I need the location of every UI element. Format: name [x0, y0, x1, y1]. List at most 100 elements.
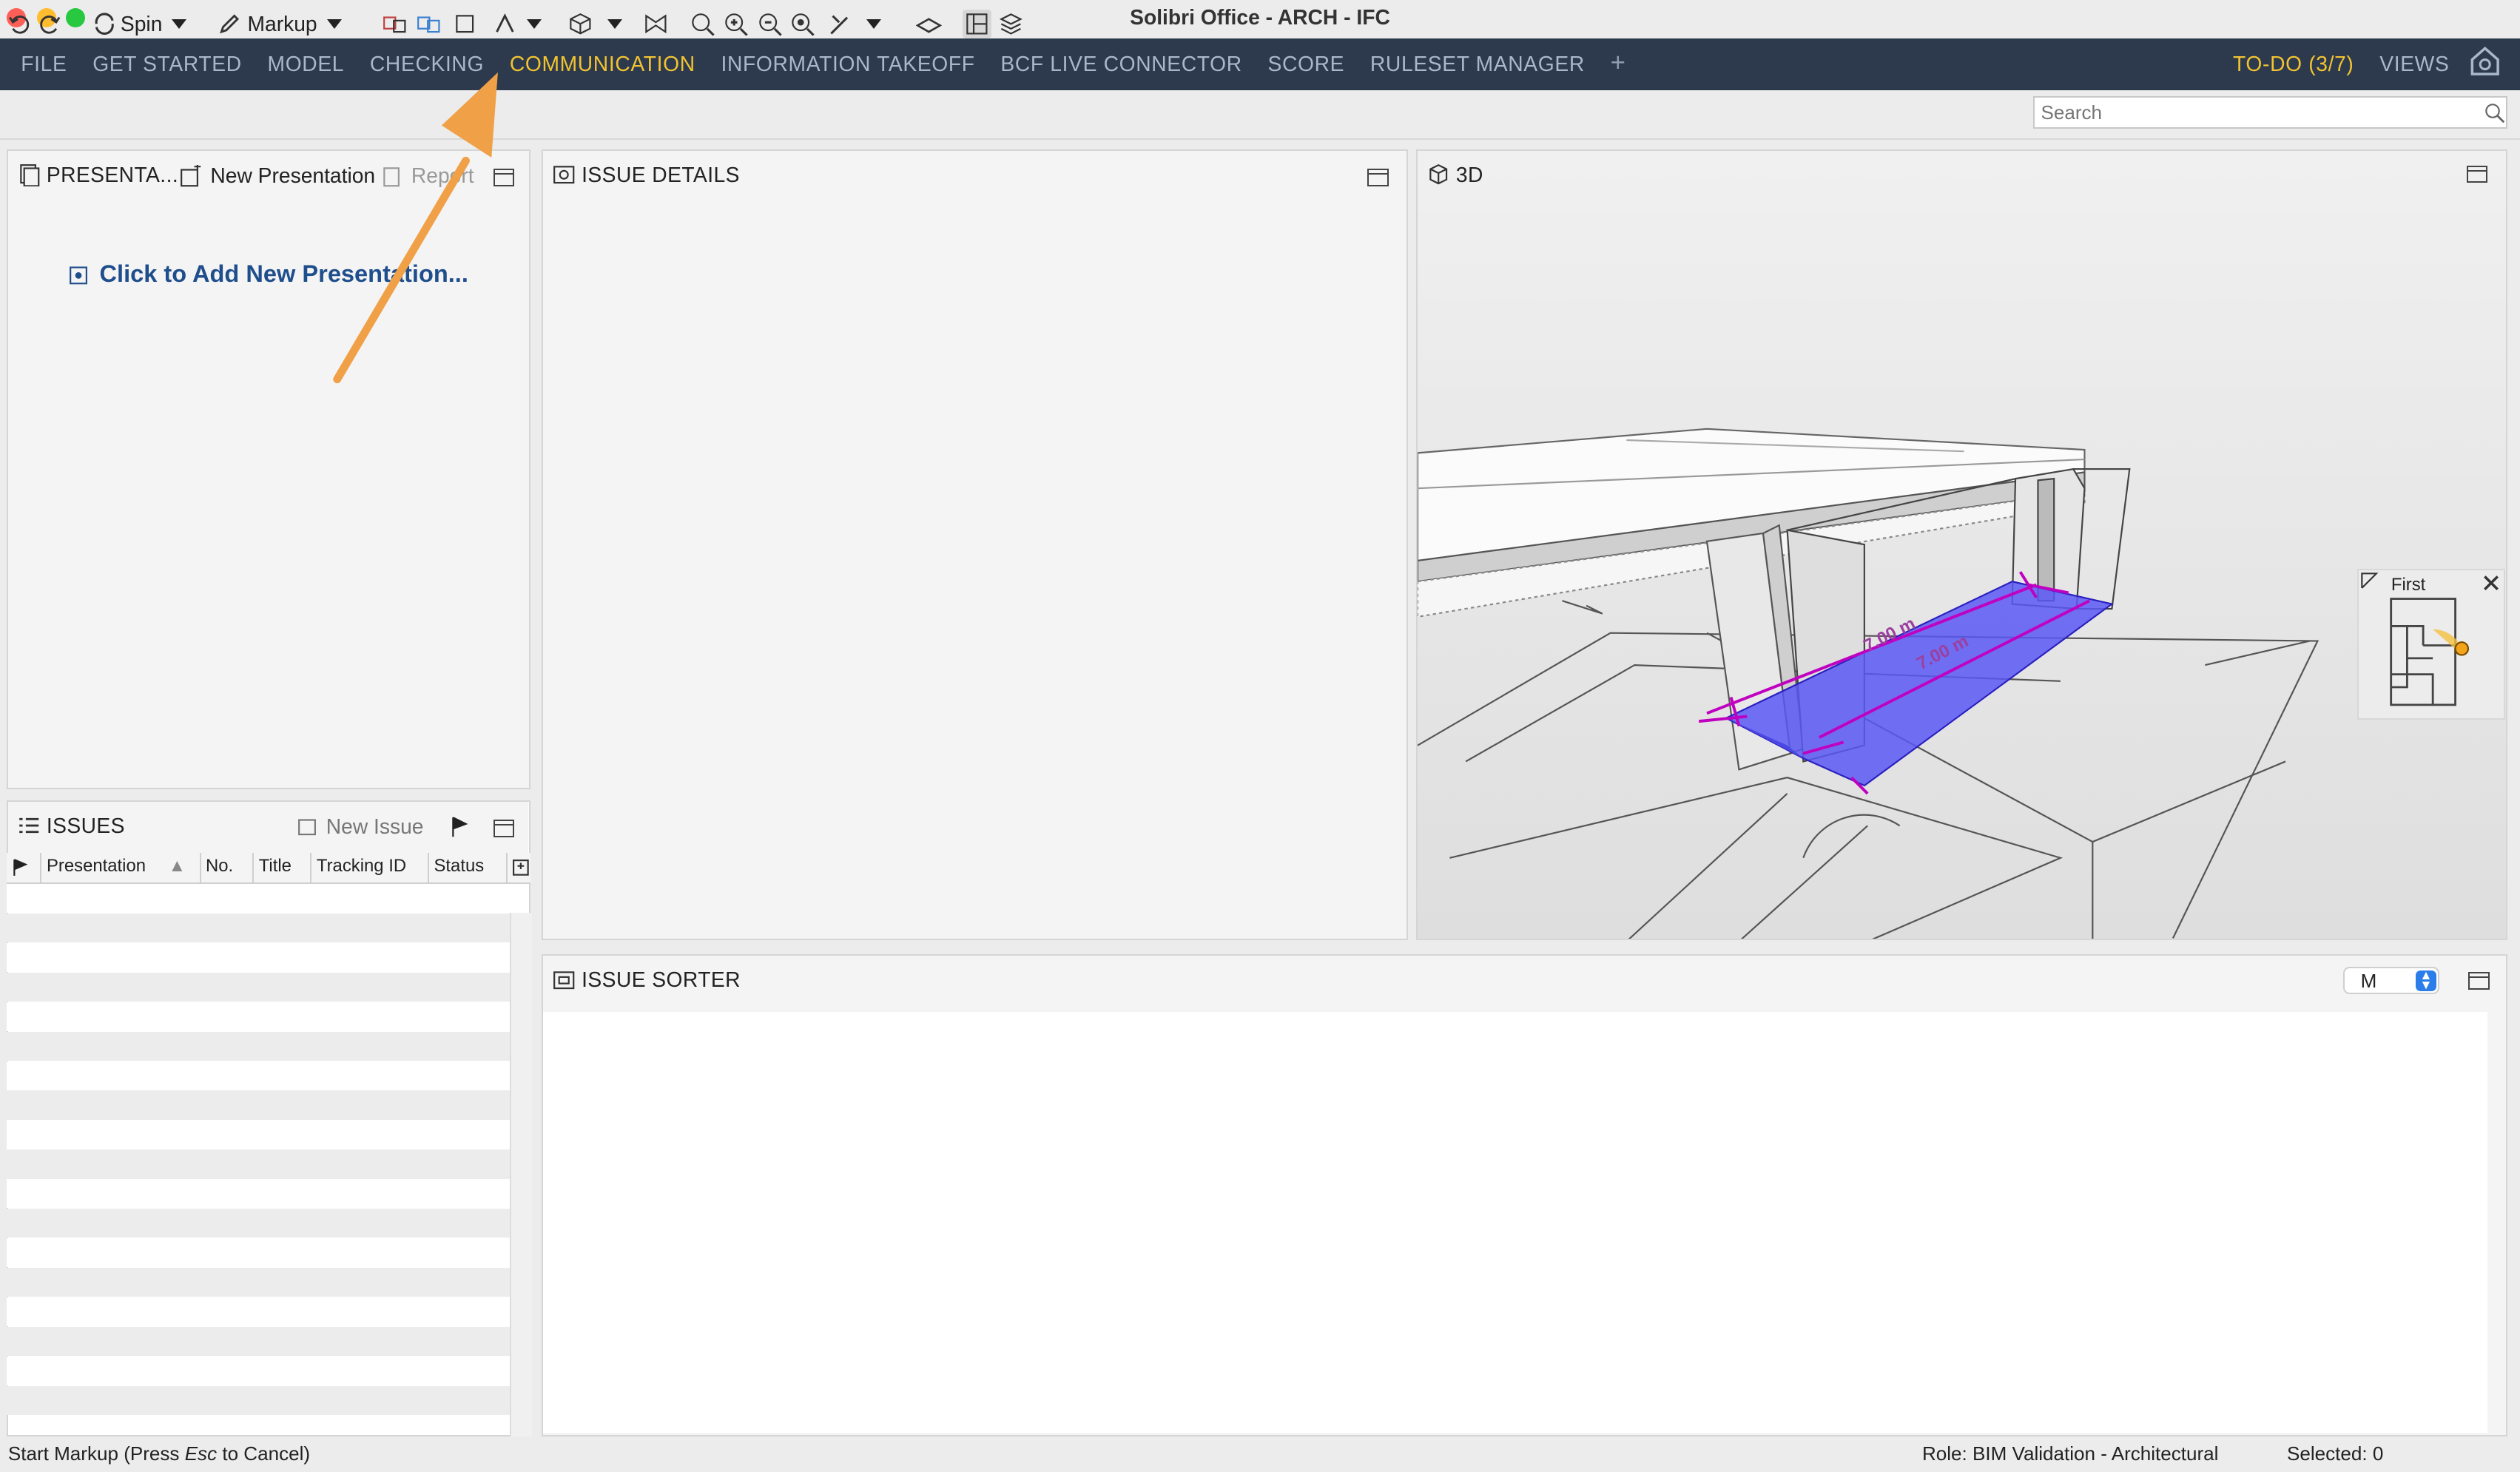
select-all-icon[interactable]: [454, 10, 479, 38]
measure-dropdown[interactable]: [863, 10, 881, 38]
column-presentation[interactable]: Presentation ▲: [41, 853, 201, 882]
issue-details-header: ISSUE DETAILS: [553, 151, 740, 199]
table-row[interactable]: [6, 1327, 510, 1357]
measure-icon[interactable]: [828, 10, 854, 38]
markup-label: Markup: [247, 12, 317, 36]
undo-icon[interactable]: [8, 10, 30, 38]
issue-details-icon: [553, 166, 575, 184]
sort-asc-icon: ▲: [168, 856, 186, 877]
floor-plan-icon[interactable]: [916, 10, 942, 38]
view-dropdown[interactable]: [604, 10, 623, 38]
menu-ruleset-manager[interactable]: RULESET MANAGER: [1358, 38, 1598, 90]
search-icon: [2483, 101, 2505, 130]
table-row[interactable]: [6, 972, 510, 1002]
chevron-down-icon: [172, 19, 187, 30]
building-model: 7.00 m 7.00 m: [1417, 428, 2319, 939]
table-row[interactable]: [6, 1386, 510, 1416]
column-title[interactable]: Title: [254, 853, 312, 882]
issue-details-panel: ISSUE DETAILS: [542, 149, 1408, 940]
presentation-icon: [19, 164, 40, 186]
new-issue-icon: [297, 819, 316, 836]
maximize-icon[interactable]: [493, 819, 514, 837]
solibri-home-icon[interactable]: [2462, 45, 2520, 84]
visibility-icon[interactable]: [492, 10, 518, 38]
sorter-select[interactable]: M ▲ ▼: [2342, 967, 2440, 995]
menu-file[interactable]: FILE: [8, 38, 80, 90]
chevron-down-icon: [607, 19, 623, 30]
maximize-icon[interactable]: [1367, 168, 1389, 186]
table-row[interactable]: [6, 883, 510, 913]
column-status[interactable]: Status: [429, 853, 508, 882]
issues-table-header: Presentation ▲ No. Title Tracking ID Stat…: [6, 853, 530, 884]
menu-information-takeoff[interactable]: INFORMATION TAKEOFF: [708, 38, 988, 90]
zoom-window-button[interactable]: [66, 7, 86, 27]
spin-dropdown[interactable]: Spin: [93, 10, 187, 38]
cube-icon[interactable]: [567, 10, 593, 38]
table-row[interactable]: [6, 942, 510, 972]
presentations-title: PRESENTA...: [46, 163, 179, 187]
table-row[interactable]: [6, 1238, 510, 1268]
add-layout-button[interactable]: +: [1597, 38, 1638, 90]
table-row[interactable]: [6, 1357, 510, 1386]
issue-sorter-header: ISSUE SORTER: [553, 956, 741, 1004]
zoom-in-icon[interactable]: [723, 10, 749, 38]
column-tracking-id[interactable]: Tracking ID: [311, 853, 429, 882]
minimap-toggle-icon[interactable]: [963, 10, 992, 39]
table-row[interactable]: [6, 913, 510, 942]
close-icon[interactable]: [2482, 573, 2501, 592]
layers-icon[interactable]: [998, 10, 1024, 38]
issues-header: ISSUES: [18, 802, 125, 850]
menu-score[interactable]: SCORE: [1255, 38, 1357, 90]
todo-button[interactable]: TO-DO (3/7): [2220, 52, 2367, 76]
menu-bcf-live-connector[interactable]: BCF LIVE CONNECTOR: [988, 38, 1255, 90]
search-input[interactable]: [2032, 96, 2507, 129]
zoom-out-icon[interactable]: [757, 10, 783, 38]
minimap[interactable]: First: [2357, 568, 2505, 720]
issue-sorter-canvas[interactable]: [543, 1012, 2488, 1434]
column-no[interactable]: No.: [201, 853, 255, 882]
table-row[interactable]: [6, 1031, 510, 1061]
sorter-select-value: M: [2360, 970, 2377, 993]
chevron-down-icon: [527, 19, 542, 30]
table-row[interactable]: [6, 1268, 510, 1297]
column-chooser-icon[interactable]: [508, 853, 530, 882]
flag-column-icon[interactable]: [7, 853, 42, 882]
table-row[interactable]: [6, 1002, 510, 1031]
floor-plan-thumbnail: [2390, 598, 2470, 706]
select-objects-icon[interactable]: [417, 10, 442, 38]
annotation-arrow: [333, 72, 499, 384]
maximize-icon[interactable]: [2468, 972, 2490, 990]
select-components-icon[interactable]: [383, 10, 408, 38]
spin-label: Spin: [120, 12, 163, 36]
zoom-selected-icon[interactable]: [789, 10, 815, 38]
redo-icon[interactable]: [38, 10, 61, 38]
table-row[interactable]: [6, 1209, 510, 1238]
status-hint: Start Markup (Press Esc to Cancel): [7, 1442, 311, 1465]
issue-sorter-panel: ISSUE SORTER M ▲ ▼: [542, 954, 2507, 1436]
table-row[interactable]: [6, 1120, 510, 1149]
table-row[interactable]: [6, 1179, 510, 1209]
status-bar: Start Markup (Press Esc to Cancel) Role:…: [0, 1436, 2520, 1466]
minimap-label: First: [2391, 575, 2426, 595]
zoom-to-fit-icon[interactable]: [690, 10, 715, 38]
views-button[interactable]: VIEWS: [2367, 52, 2462, 76]
table-row[interactable]: [6, 1061, 510, 1090]
table-row[interactable]: [6, 1297, 510, 1327]
markup-dropdown[interactable]: Markup: [218, 10, 342, 38]
title-bar: Solibri Office - ARCH - IFC: [0, 0, 2520, 41]
presentations-header: PRESENTA...: [18, 151, 178, 199]
spin-icon: [95, 13, 114, 36]
table-row[interactable]: [6, 1149, 510, 1179]
section-box-icon[interactable]: [643, 10, 669, 38]
visibility-dropdown[interactable]: [524, 10, 542, 38]
new-issue-button[interactable]: New Issue: [297, 814, 424, 839]
flag-icon[interactable]: [450, 816, 469, 845]
status-role: Role: BIM Validation - Architectural: [1921, 1442, 2219, 1465]
menu-get-started[interactable]: GET STARTED: [80, 38, 255, 90]
select-stepper-icon: ▲ ▼: [2415, 968, 2437, 991]
3d-view-panel: 3D 7.00 m 7.00 m First: [1415, 149, 2507, 940]
issues-scrollbar[interactable]: [509, 912, 532, 1436]
chevron-down-icon: [866, 19, 881, 30]
collapse-minimap-icon[interactable]: [2359, 570, 2379, 590]
table-row[interactable]: [6, 1090, 510, 1120]
